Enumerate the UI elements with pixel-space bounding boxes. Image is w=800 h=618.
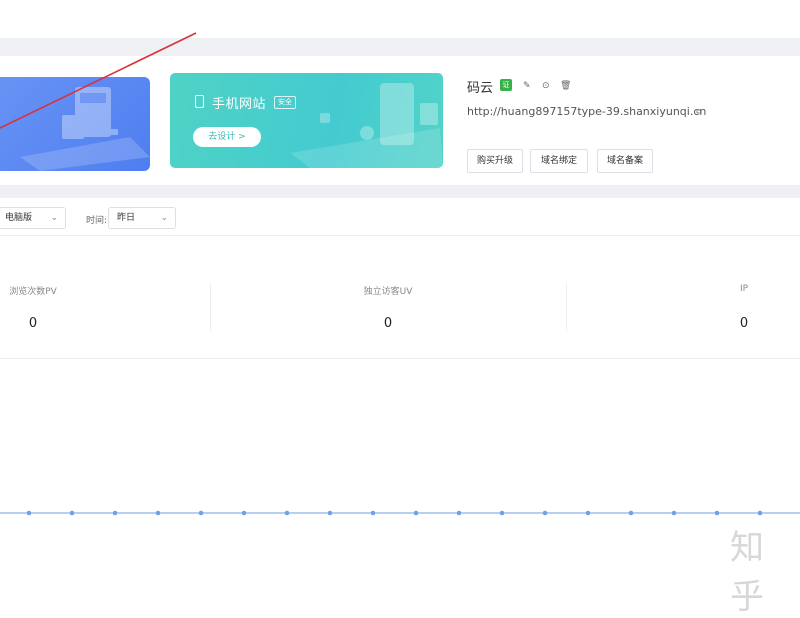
data-point[interactable] [456, 510, 462, 516]
domain-filing-button[interactable]: 域名备案 [597, 149, 653, 173]
upgrade-button[interactable]: 购买升级 [467, 149, 523, 173]
data-point[interactable] [198, 510, 204, 516]
traffic-line-chart [0, 510, 800, 516]
phone-icon [195, 95, 204, 108]
settings-icon[interactable]: ⊙ [542, 80, 550, 92]
delete-icon[interactable]: 🗑 [560, 80, 571, 92]
device-select-value: 电脑版 [5, 213, 33, 223]
pv-value: 0 [28, 316, 38, 331]
mobile-card-title: 手机网站 [212, 97, 267, 112]
data-point[interactable] [112, 510, 118, 516]
security-tag: 安全 [274, 96, 296, 109]
data-point[interactable] [26, 510, 32, 516]
design-button[interactable]: 去设计 > [193, 127, 261, 147]
data-point[interactable] [671, 510, 677, 516]
zhihu-watermark: 知乎 [730, 528, 766, 617]
site-name: 码云 [467, 81, 494, 96]
uv-value: 0 [383, 316, 393, 331]
site-url[interactable]: http://huang897157type-39.shanxiyunqi.cn [467, 105, 706, 118]
section-separator-band [0, 185, 800, 198]
data-point[interactable] [585, 510, 591, 516]
data-point[interactable] [69, 510, 75, 516]
data-point[interactable] [284, 510, 290, 516]
data-point[interactable] [155, 510, 161, 516]
stat-divider [210, 283, 211, 331]
uv-label: 独立访客UV [363, 287, 413, 297]
chevron-down-icon: ⌄ [50, 213, 58, 223]
filter-divider [0, 235, 800, 236]
stat-divider [566, 283, 567, 331]
data-point[interactable] [241, 510, 247, 516]
data-point[interactable] [370, 510, 376, 516]
edit-icon[interactable]: ✎ [523, 80, 531, 92]
stats-divider [0, 358, 800, 359]
data-point[interactable] [714, 510, 720, 516]
device-select[interactable]: 电脑版 ⌄ [0, 207, 66, 229]
mobile-illustration-icon [290, 83, 443, 168]
time-select[interactable]: 昨日 ⌄ [108, 207, 176, 229]
bind-domain-button[interactable]: 域名绑定 [530, 149, 588, 173]
ip-label: IP [739, 284, 749, 294]
chevron-down-icon: ⌄ [160, 213, 168, 223]
external-link-icon[interactable]: ⧉ [696, 107, 702, 117]
ip-value: 0 [739, 316, 749, 331]
data-point[interactable] [542, 510, 548, 516]
pv-label: 浏览次数PV [9, 287, 57, 297]
data-point[interactable] [413, 510, 419, 516]
mobile-site-card[interactable] [170, 73, 443, 168]
time-label: 时间: [86, 216, 108, 226]
time-select-value: 昨日 [117, 213, 136, 223]
data-point[interactable] [757, 510, 763, 516]
verified-badge: 证 [500, 79, 512, 91]
data-point[interactable] [499, 510, 505, 516]
data-point[interactable] [628, 510, 634, 516]
data-point[interactable] [327, 510, 333, 516]
